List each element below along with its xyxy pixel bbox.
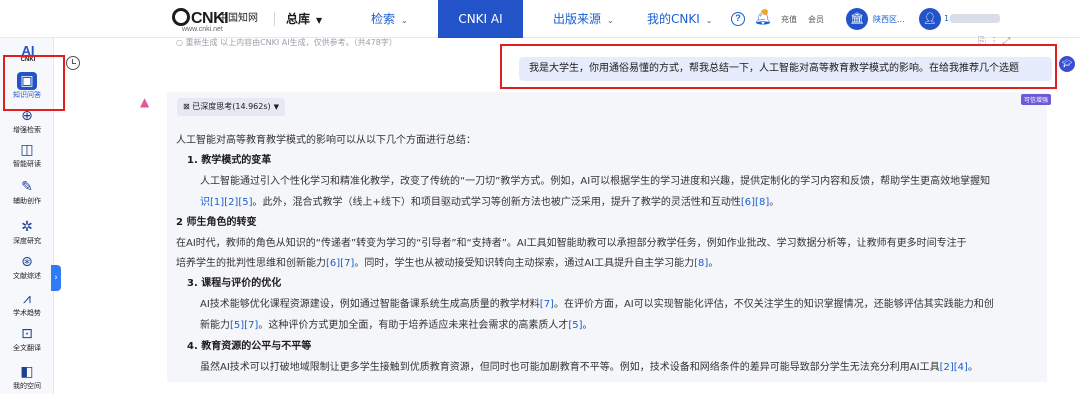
answer-intro: 人工智能对高等教育教学模式的影响可以从以下几个方面进行总结：	[176, 135, 476, 146]
cnki-logo-chinese: 中国知网	[218, 13, 258, 24]
citation-link[interactable]: [5][7]	[230, 320, 258, 331]
sidebar-item-literature-review[interactable]: ⊛ 文献综述	[4, 253, 50, 281]
answer-paragraph-4: 虽然AI技术可以打破地域限制让更多学生接触到优质教育资源，但同时也可能加剧教育不…	[200, 362, 978, 373]
previous-answer-footer: ○ 重新生成 以上内容由CNKI AI生成，仅供参考。（共478字）	[176, 38, 397, 47]
citation-link[interactable]: [8]	[694, 258, 708, 269]
nav-zongku[interactable]: 总库 ▼	[286, 0, 322, 38]
notification-dot	[762, 9, 768, 15]
institution-name[interactable]: 陕西区...	[873, 14, 905, 25]
highlight-box-user-message	[500, 44, 1057, 89]
answer-paragraph-1b: 识[1][2][5]。此外，混合式教学（线上+线下）和项目驱动式学习等创新方法也…	[200, 197, 780, 208]
answer-paragraph-2b: 培养学生的批判性思维和创新能力[6][7]。同时，学生也从被动接受知识转向主动探…	[176, 258, 719, 269]
book-icon: ◫	[20, 142, 34, 158]
nav-jiansuo[interactable]: 检索 ⌄	[371, 0, 408, 38]
trust-enhanced-badge: 可信增强	[1021, 94, 1052, 105]
cnki-logo[interactable]: CNKI 中国知网 www.cnki.net	[172, 6, 264, 34]
answer-paragraph-3a: AI技术能够优化课程资源建设，例如通过智能备课系统生成高质量的教学材料[7]。在…	[200, 299, 994, 310]
chevron-down-icon: ⌄	[607, 16, 614, 25]
pen-icon: ✎	[21, 179, 33, 195]
citation-link[interactable]: 识[1][2][5]	[200, 197, 253, 208]
sidebar-item-assisted-writing[interactable]: ✎ 辅助创作	[4, 178, 50, 206]
citation-link[interactable]: [2][4]	[940, 362, 968, 373]
chevron-down-icon: ⌄	[705, 16, 713, 25]
sidebar-item-enhanced-search[interactable]: ⊕ 增强检索	[4, 107, 50, 135]
deep-think-toggle[interactable]: ⊠ 已深度思考(14.962s) ▼	[177, 98, 286, 116]
help-icon[interactable]: ?	[731, 12, 745, 26]
user-message-avatar-icon: 🎓︎	[1059, 56, 1075, 72]
nav-mycnki[interactable]: 我的CNKI ⌄	[647, 0, 712, 38]
top-navigation-bar: CNKI 中国知网 www.cnki.net 总库 ▼ 检索 ⌄ CNKI AI 出…	[0, 0, 1080, 38]
sidebar-item-deep-research[interactable]: ✲ 深度研究	[4, 218, 50, 246]
membership-link[interactable]: 会员	[808, 14, 824, 25]
user-avatar-icon[interactable]: 👤︎	[919, 8, 941, 30]
trend-icon: ⩘	[23, 291, 31, 307]
answer-paragraph-1a: 人工智能通过引入个性化学习和精准化教学，改变了传统的“一刀切”教学方式。例如，A…	[200, 176, 991, 187]
answer-heading-1: 1. 教学模式的变革	[187, 155, 272, 166]
folder-icon: ◧	[20, 364, 34, 380]
atom-icon: ✲	[21, 219, 33, 235]
history-clock-icon[interactable]	[66, 56, 80, 70]
recharge-link[interactable]: 充值	[781, 14, 797, 25]
citation-link[interactable]: [5]	[568, 320, 582, 331]
answer-paragraph-3b: 新能力[5][7]。这种评价方式更加全面，有助于培养适应未来社会需求的高素质人才…	[200, 320, 593, 331]
chevron-down-icon: ▼	[316, 16, 323, 25]
citation-link[interactable]: [7]	[540, 299, 554, 310]
chevron-down-icon: ▼	[273, 103, 280, 111]
cnki-logo-url: www.cnki.net	[182, 26, 223, 33]
sidebar-item-my-space[interactable]: ◧ 我的空间	[4, 363, 50, 391]
target-icon: ⊛	[21, 254, 33, 270]
sidebar-item-full-translation[interactable]: ⊡ 全文翻译	[4, 325, 50, 353]
ai-avatar-icon: ▲	[140, 95, 150, 109]
nav-divider	[274, 12, 275, 26]
highlight-box-sidebar	[3, 55, 65, 111]
sidebar-item-smart-reading[interactable]: ◫ 智能研读	[4, 141, 50, 169]
citation-link[interactable]: [6][7]	[326, 258, 354, 269]
institution-icon[interactable]: 🏛︎	[846, 8, 868, 30]
translate-icon: ⊡	[21, 326, 33, 342]
nav-cnki-ai[interactable]: CNKI AI	[438, 0, 523, 38]
user-name-redacted	[950, 14, 1000, 23]
answer-heading-4: 4. 教育资源的公平与不平等	[187, 341, 312, 352]
answer-heading-2: 2 师生角色的转变	[176, 217, 257, 228]
answer-paragraph-2a: 在AI时代，教师的角色从知识的“传递者”转变为学习的“引导者”和“支持者”。AI…	[176, 238, 967, 249]
citation-link[interactable]: [6][8]	[741, 197, 769, 208]
chevron-down-icon: ⌄	[401, 16, 408, 25]
answer-heading-3: 3. 课程与评价的优化	[187, 278, 282, 289]
deep-think-icon: ⊠	[183, 102, 193, 111]
user-name[interactable]: 1	[944, 14, 949, 23]
sidebar-item-academic-trends[interactable]: ⩘ 学术趋势	[4, 290, 50, 318]
nav-chuban[interactable]: 出版来源 ⌄	[553, 0, 614, 38]
sidebar-expand-handle[interactable]: ›	[51, 265, 61, 291]
